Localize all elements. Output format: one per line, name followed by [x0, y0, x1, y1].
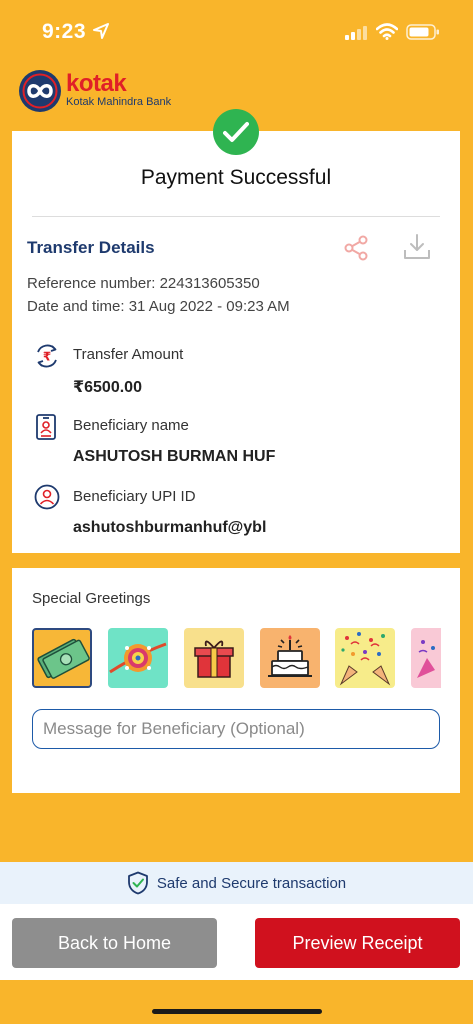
greeting-party-tile[interactable] — [411, 628, 441, 688]
cellular-signal-icon — [345, 26, 367, 40]
rakhi-icon — [109, 642, 167, 674]
id-card-icon — [36, 414, 56, 440]
money-icon — [37, 638, 90, 679]
payment-status-title: Payment Successful — [140, 166, 332, 189]
success-check-icon — [213, 109, 259, 155]
beneficiary-name-value: ASHUTOSH BURMAN HUF — [73, 448, 276, 465]
secure-transaction-text: Safe and Secure transaction — [156, 874, 347, 892]
transfer-amount-label: Transfer Amount — [73, 346, 184, 363]
greeting-rakhi-tile[interactable] — [108, 628, 168, 688]
secure-transaction-bar: Safe and Secure transaction — [0, 862, 473, 904]
party-icon — [417, 640, 435, 678]
transfer-details-title: Transfer Details — [27, 238, 155, 257]
home-indicator[interactable] — [152, 1009, 322, 1014]
shield-check-icon — [127, 871, 148, 895]
svg-text:₹: ₹ — [43, 350, 51, 364]
wifi-icon — [376, 23, 398, 40]
user-profile-icon — [34, 484, 60, 510]
special-greetings-title: Special Greetings — [32, 590, 151, 607]
back-to-home-button[interactable]: Back to Home — [12, 918, 217, 968]
bottom-footer — [0, 980, 473, 1024]
beneficiary-name-label: Beneficiary name — [73, 417, 189, 434]
location-arrow-icon — [93, 23, 109, 39]
rupee-transfer-icon: ₹ — [37, 344, 57, 368]
transfer-details-card: Payment Successful Transfer Details Refe… — [12, 131, 460, 553]
brand-subtitle: Kotak Mahindra Bank — [66, 96, 172, 108]
download-icon[interactable] — [402, 232, 432, 262]
greeting-gift-tile[interactable] — [184, 628, 244, 688]
upi-id-label: Beneficiary UPI ID — [73, 488, 196, 505]
greeting-celebration-tile[interactable] — [335, 628, 395, 688]
status-time: 9:23 — [42, 20, 87, 43]
greeting-cake-tile[interactable] — [260, 628, 320, 688]
cake-icon — [268, 635, 312, 677]
beneficiary-message-input[interactable] — [32, 709, 440, 749]
preview-receipt-button[interactable]: Preview Receipt — [255, 918, 460, 968]
battery-icon — [406, 24, 439, 40]
transaction-datetime: Date and time: 31 Aug 2022 - 09:23 AM — [27, 298, 290, 315]
gift-icon — [194, 640, 234, 678]
share-icon[interactable] — [342, 234, 370, 262]
celebration-icon — [339, 632, 391, 686]
status-bar: 9:23 — [0, 0, 473, 62]
kotak-infinity-icon — [19, 70, 61, 112]
divider — [32, 216, 440, 217]
transfer-amount-value: ₹6500.00 — [73, 379, 142, 396]
reference-number: Reference number: 224313605350 — [27, 275, 260, 292]
upi-id-value: ashutoshburmanhuf@ybl — [73, 519, 267, 536]
payment-success-screen: 9:23 kotak Kotak Mahindra Bank Payment S… — [0, 0, 473, 1024]
greeting-money-tile[interactable] — [32, 628, 92, 688]
brand-name: kotak — [66, 70, 127, 97]
special-greetings-card: Special Greetings — [12, 568, 460, 793]
